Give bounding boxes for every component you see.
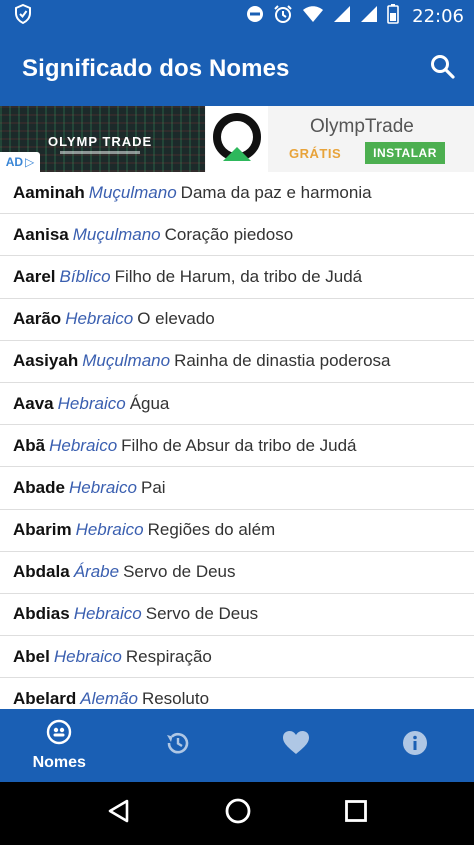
list-item[interactable]: Abã Hebraico Filho de Absur da tribo de Ju… xyxy=(0,425,474,468)
origin-text: Bíblico xyxy=(59,266,111,286)
adchoices-icon[interactable]: AD ▷ xyxy=(0,152,40,172)
name-text: Aarel xyxy=(13,266,56,286)
status-bar: 22:06 xyxy=(0,0,474,32)
name-text: Aarão xyxy=(13,309,62,329)
list-item[interactable]: Abelard Alemão Resoluto xyxy=(0,678,474,709)
meaning-text: Água xyxy=(129,393,170,413)
list-item[interactable]: Abarim Hebraico Regiões do além xyxy=(0,510,474,552)
meaning-text: Servo de Deus xyxy=(123,562,236,582)
tab-history[interactable] xyxy=(119,709,238,782)
back-icon[interactable] xyxy=(106,798,132,829)
clock-time: 22:06 xyxy=(412,5,464,27)
meaning-text: Filho de Absur da tribo de Judá xyxy=(121,435,357,455)
name-text: Abdala xyxy=(13,562,70,582)
list-item[interactable]: Aava Hebraico Água xyxy=(0,383,474,426)
origin-text: Hebraico xyxy=(53,646,122,666)
app-shield-icon xyxy=(14,3,32,29)
names-list: Aaminah Muçulmano Dama da paz e harmonia Aa… xyxy=(0,172,474,709)
list-item[interactable]: Aarel Bíblico Filho de Harum, da tribo de … xyxy=(0,256,474,299)
origin-text: Muçulmano xyxy=(82,351,171,371)
meaning-text: Rainha de dinastia poderosa xyxy=(174,351,391,371)
ad-brand-text: OLYMP TRADE xyxy=(48,134,153,149)
origin-text: Hebraico xyxy=(75,520,144,540)
list-item[interactable]: Abade Hebraico Pai xyxy=(0,467,474,510)
name-text: Aaminah xyxy=(13,182,85,202)
tab-info[interactable] xyxy=(356,709,474,782)
recents-icon[interactable] xyxy=(344,799,368,828)
list-item[interactable]: Abdala Árabe Servo de Deus xyxy=(0,552,474,594)
meaning-text: Resoluto xyxy=(141,688,210,708)
meaning-text: Respiração xyxy=(125,646,212,666)
alarm-icon xyxy=(273,4,293,29)
origin-text: Alemão xyxy=(80,688,138,708)
names-icon xyxy=(46,719,72,750)
origin-text: Árabe xyxy=(73,562,120,582)
meaning-text: O elevado xyxy=(137,309,215,329)
list-item[interactable]: Aasiyah Muçulmano Rainha de dinastia poder… xyxy=(0,341,474,383)
tab-names[interactable]: Nomes xyxy=(0,709,119,782)
ad-title: OlympTrade xyxy=(310,116,414,137)
list-item[interactable]: Aaminah Muçulmano Dama da paz e harmonia xyxy=(0,172,474,215)
meaning-text: Pai xyxy=(141,477,166,497)
list-item[interactable]: Aanisa Muçulmano Coração piedoso xyxy=(0,214,474,257)
name-text: Aanisa xyxy=(13,224,69,244)
name-text: Abelard xyxy=(13,688,77,708)
name-text: Abarim xyxy=(13,520,72,540)
home-icon[interactable] xyxy=(224,797,252,830)
origin-text: Hebraico xyxy=(68,477,138,497)
bottom-navigation: Nomes xyxy=(0,709,474,782)
signal-icon-2 xyxy=(360,5,378,28)
heart-icon xyxy=(282,730,310,761)
name-text: Abel xyxy=(13,646,50,666)
app-bar: Significado dos Nomes xyxy=(0,32,474,106)
history-icon xyxy=(164,729,192,762)
tab-favorites[interactable] xyxy=(237,709,356,782)
meaning-text: Servo de Deus xyxy=(145,604,259,624)
ad-install-button[interactable]: INSTALAR xyxy=(365,142,445,164)
origin-text: Hebraico xyxy=(57,393,126,413)
battery-icon xyxy=(387,3,399,29)
search-icon[interactable] xyxy=(430,54,456,85)
ad-banner[interactable]: OLYMP TRADE AD ▷ OlympTrade GRÁTIS INSTAL… xyxy=(0,106,474,172)
tab-names-label: Nomes xyxy=(32,754,86,771)
name-text: Aasiyah xyxy=(13,351,79,371)
page-title: Significado dos Nomes xyxy=(22,55,290,82)
list-item[interactable]: Abel Hebraico Respiração xyxy=(0,636,474,679)
meaning-text: Coração piedoso xyxy=(164,224,294,244)
meaning-text: Dama da paz e harmonia xyxy=(180,182,372,202)
name-text: Aava xyxy=(13,393,54,413)
signal-icon xyxy=(333,5,351,28)
name-text: Abdias xyxy=(13,604,70,624)
ad-free-label: GRÁTIS xyxy=(289,146,342,161)
do-not-disturb-icon xyxy=(246,5,264,28)
wifi-icon xyxy=(302,5,324,28)
meaning-text: Regiões do além xyxy=(147,520,276,540)
origin-text: Hebraico xyxy=(73,604,142,624)
origin-text: Hebraico xyxy=(65,309,134,329)
ad-app-logo[interactable] xyxy=(206,106,268,172)
name-text: Abade xyxy=(13,477,65,497)
meaning-text: Filho de Harum, da tribo de Judá xyxy=(114,266,363,286)
origin-text: Hebraico xyxy=(49,435,118,455)
list-item[interactable]: Abdias Hebraico Servo de Deus xyxy=(0,594,474,637)
info-icon xyxy=(401,729,429,762)
system-navigation-bar xyxy=(0,782,474,845)
name-text: Abã xyxy=(13,435,46,455)
origin-text: Muçulmano xyxy=(88,182,177,202)
origin-text: Muçulmano xyxy=(72,224,161,244)
list-item[interactable]: Aarão Hebraico O elevado xyxy=(0,299,474,341)
